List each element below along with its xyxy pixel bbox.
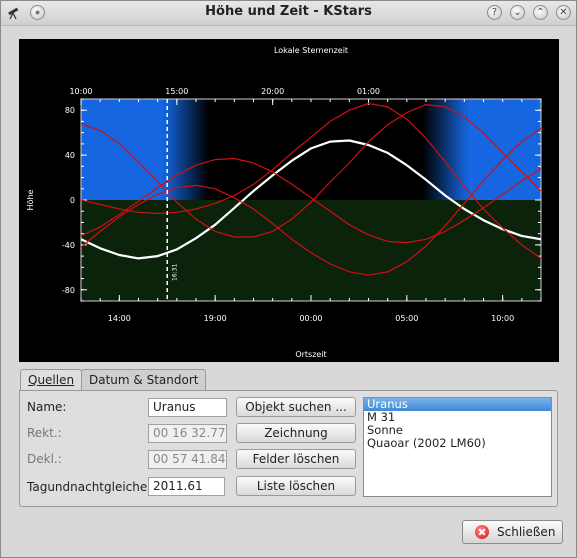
- chart-top-title: Lokale Sternenzeit: [274, 46, 348, 55]
- y-tick-label: 0: [70, 196, 75, 205]
- list-item[interactable]: Quaoar (2002 LM60): [364, 437, 551, 450]
- minimize-button[interactable]: ⌄: [510, 5, 525, 20]
- clear-fields-button[interactable]: Felder löschen: [236, 449, 356, 469]
- y-tick-label: -40: [62, 241, 75, 250]
- name-label: Name:: [27, 400, 67, 414]
- tab-date-location-label: Datum & Standort: [89, 373, 199, 387]
- x-tick-label: 05:00: [395, 314, 418, 323]
- x-tick-label: 00:00: [299, 314, 322, 323]
- x-tick-label: 19:00: [204, 314, 227, 323]
- dec-label: Dekl.:: [27, 452, 62, 466]
- day-sky-band: [81, 99, 164, 200]
- x-axis-label: Ortszeit: [295, 350, 326, 359]
- kstars-altitude-vs-time-window: Höhe und Zeit - KStars ? ⌄ ⌃ ✕ 80 40 0 -…: [0, 0, 577, 558]
- day-sky-band: [467, 99, 541, 200]
- dec-field[interactable]: 00 57 41.84: [148, 450, 227, 469]
- y-tick-label: -80: [62, 286, 75, 295]
- ra-field[interactable]: 00 16 32.77: [148, 424, 227, 443]
- x-tick-label: 14:00: [108, 314, 131, 323]
- object-list[interactable]: Uranus M 31 Sonne Quaoar (2002 LM60): [363, 397, 552, 497]
- top-tick-label: 15:00: [165, 87, 188, 96]
- current-time-label: 16:31: [171, 264, 178, 281]
- twilight-gradient-band: [163, 99, 209, 200]
- top-tick-label: 01:00: [357, 87, 380, 96]
- y-axis-label: Höhe: [26, 189, 35, 210]
- epoch-label: Tagundnachtgleiche:: [27, 480, 152, 494]
- help-button[interactable]: ?: [487, 5, 502, 20]
- plot-button[interactable]: Zeichnung: [236, 423, 356, 443]
- tab-sources[interactable]: Quellen: [20, 369, 83, 392]
- ra-label: Rekt.:: [27, 426, 62, 440]
- title-bar[interactable]: Höhe und Zeit - KStars ? ⌄ ⌃ ✕: [1, 1, 576, 26]
- y-tick-label: 80: [65, 106, 75, 115]
- find-object-button[interactable]: Objekt suchen ...: [236, 397, 356, 417]
- y-tick-label: 40: [65, 151, 75, 160]
- close-dialog-button[interactable]: Schließen: [462, 520, 563, 544]
- top-tick-label: 20:00: [261, 87, 284, 96]
- clear-list-button[interactable]: Liste löschen: [236, 476, 356, 496]
- night-sky-band: [208, 99, 423, 200]
- maximize-button[interactable]: ⌃: [533, 5, 548, 20]
- close-window-button[interactable]: ✕: [556, 5, 571, 20]
- x-tick-label: 10:00: [491, 314, 514, 323]
- close-circle-icon: [475, 525, 489, 539]
- twilight-gradient-band: [422, 99, 468, 200]
- tab-sources-label: Quellen: [28, 373, 75, 387]
- epoch-field[interactable]: 2011.61: [148, 477, 225, 496]
- name-field[interactable]: Uranus: [148, 398, 227, 417]
- top-tick-label: 10:00: [69, 87, 92, 96]
- altitude-plot[interactable]: 80 40 0 -40 -80 14:00 19:00 00:00 05:00 10:00 10:0…: [19, 39, 559, 362]
- tab-date-location[interactable]: Datum & Standort: [81, 369, 207, 391]
- altitude-chart: 80 40 0 -40 -80 14:00 19:00 00:00 05:00 10:00 10:0…: [26, 46, 542, 359]
- close-dialog-label: Schließen: [497, 525, 556, 539]
